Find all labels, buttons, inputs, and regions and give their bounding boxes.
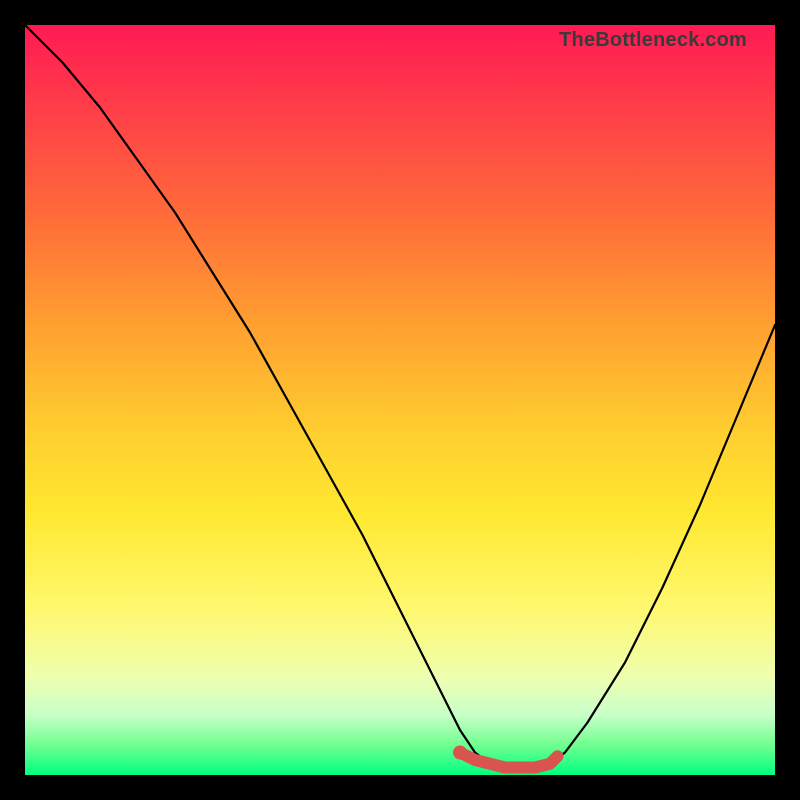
chart-container: TheBottleneck.com — [0, 0, 800, 800]
series-bottleneck-curve — [25, 25, 775, 768]
marker-optimal-point — [453, 746, 467, 760]
chart-svg — [25, 25, 775, 775]
series-optimal-highlight — [460, 753, 558, 768]
chart-plot-area: TheBottleneck.com — [25, 25, 775, 775]
